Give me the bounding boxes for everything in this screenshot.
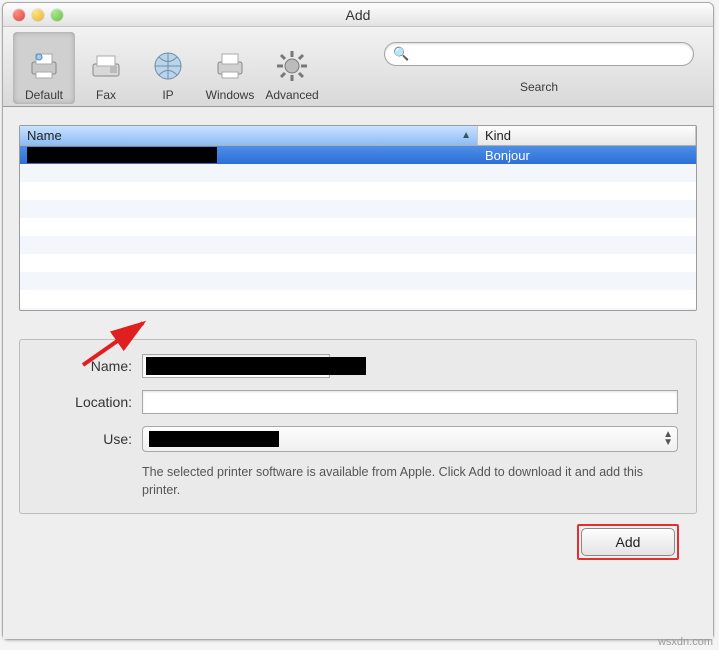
content-area: Name ▲ Kind Bonjour Name:	[3, 107, 713, 639]
use-row: Use: ▲▼	[38, 426, 678, 452]
column-name-header[interactable]: Name ▲	[20, 126, 478, 145]
name-label: Name:	[38, 358, 132, 374]
toolbar-advanced-label: Advanced	[265, 88, 318, 102]
fax-icon	[87, 47, 125, 85]
sort-indicator-icon: ▲	[461, 130, 471, 141]
list-body: Bonjour	[20, 146, 696, 310]
table-row[interactable]: Bonjour	[20, 146, 696, 164]
footer: Add	[19, 514, 697, 574]
add-printer-window: Add Default Fax IP Windows	[2, 2, 714, 640]
titlebar: Add	[3, 3, 713, 27]
printer-list: Name ▲ Kind Bonjour	[19, 125, 697, 311]
minimize-icon[interactable]	[32, 9, 44, 21]
redacted-name-value	[146, 357, 366, 375]
search-label: Search	[520, 80, 558, 94]
name-row: Name:	[38, 354, 678, 378]
search-input[interactable]	[414, 46, 685, 61]
toolbar-fax[interactable]: Fax	[75, 32, 137, 104]
location-label: Location:	[38, 394, 132, 410]
row-name-cell	[20, 147, 478, 164]
gear-icon	[273, 47, 311, 85]
windows-printer-icon	[211, 47, 249, 85]
search-field[interactable]: 🔍	[384, 42, 694, 66]
toolbar-fax-label: Fax	[96, 88, 116, 102]
toolbar-default-label: Default	[25, 88, 63, 102]
column-kind-label: Kind	[485, 128, 511, 143]
search-icon: 🔍	[393, 46, 409, 62]
close-icon[interactable]	[13, 9, 25, 21]
form-panel: Name: Location: Use: ▲▼ The selected	[19, 339, 697, 514]
window-controls	[13, 9, 63, 21]
watermark: wsxdn.com	[658, 636, 713, 648]
hint-row: The selected printer software is availab…	[38, 464, 678, 499]
toolbar-ip[interactable]: IP	[137, 32, 199, 104]
search-area: 🔍 Search	[383, 42, 703, 94]
row-kind-cell: Bonjour	[478, 148, 696, 163]
redacted-use-value	[149, 431, 279, 447]
add-highlight-annotation: Add	[577, 524, 679, 560]
toolbar-windows[interactable]: Windows	[199, 32, 261, 104]
redacted-name	[27, 147, 217, 163]
use-label: Use:	[38, 431, 132, 447]
add-button[interactable]: Add	[581, 528, 675, 556]
globe-icon	[149, 47, 187, 85]
location-row: Location:	[38, 390, 678, 414]
hint-text: The selected printer software is availab…	[142, 464, 678, 499]
zoom-icon[interactable]	[51, 9, 63, 21]
list-header: Name ▲ Kind	[20, 126, 696, 146]
printer-icon	[25, 47, 63, 85]
column-name-label: Name	[27, 128, 62, 143]
column-kind-header[interactable]: Kind	[478, 126, 696, 145]
stepper-icon: ▲▼	[663, 431, 673, 447]
toolbar-advanced[interactable]: Advanced	[261, 32, 323, 104]
toolbar: Default Fax IP Windows Advanced	[3, 27, 713, 107]
toolbar-ip-label: IP	[162, 88, 173, 102]
toolbar-default[interactable]: Default	[13, 32, 75, 104]
window-title: Add	[3, 7, 713, 23]
location-input[interactable]	[142, 390, 678, 414]
toolbar-windows-label: Windows	[206, 88, 255, 102]
use-select[interactable]: ▲▼	[142, 426, 678, 452]
